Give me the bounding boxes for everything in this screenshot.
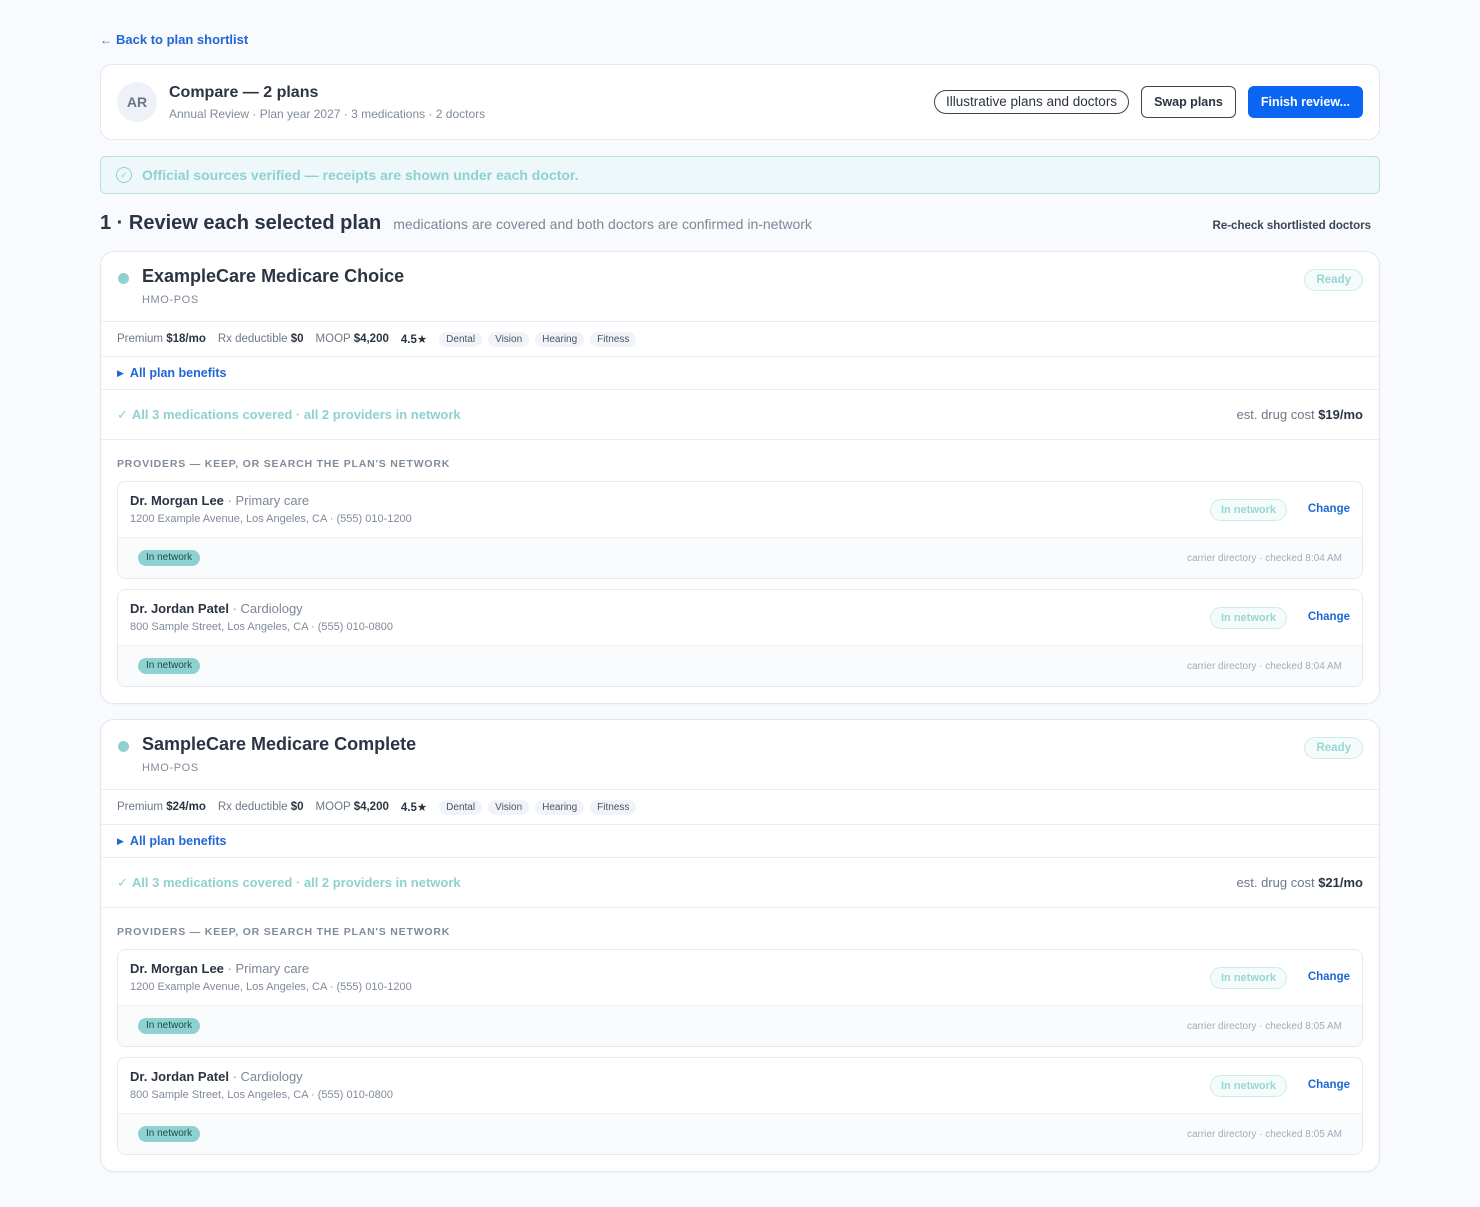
benefit-tag: Fitness	[590, 331, 637, 347]
ready-badge: Ready	[1304, 269, 1363, 291]
avatar: AR	[117, 82, 157, 122]
back-link[interactable]: ← Back to plan shortlist	[100, 32, 248, 47]
coverage-summary: ✓ All 3 medications covered · all 2 prov…	[101, 858, 1379, 908]
check-icon: ✓	[117, 874, 128, 890]
benefit-tag: Dental	[439, 331, 483, 347]
moop-stat: MOOP $4,200	[315, 801, 389, 813]
star-rating: 4.5★	[400, 802, 428, 814]
plan-card: SampleCare Medicare Complete HMO-POS Rea…	[100, 719, 1380, 1172]
provider-address: 1200 Example Avenue, Los Angeles, CA · (…	[130, 513, 412, 525]
provider-receipt: In network carrier directory · checked 8…	[118, 1114, 1362, 1154]
drug-cost: est. drug cost $21/mo	[1236, 875, 1363, 890]
receipt-meta: carrier directory · checked 8:05 AM	[1186, 1020, 1342, 1032]
provider-address: 1200 Example Avenue, Los Angeles, CA · (…	[130, 981, 412, 993]
finish-review-button[interactable]: Finish review...	[1247, 86, 1363, 118]
in-network-chip: In network	[138, 658, 201, 674]
plan-card: ExampleCare Medicare Choice HMO-POS Read…	[100, 251, 1380, 704]
triangle-right-icon: ▶	[117, 835, 124, 846]
coverage-summary: ✓ All 3 medications covered · all 2 prov…	[101, 390, 1379, 440]
coverage-text: All 3 medications covered · all 2 provid…	[131, 875, 461, 890]
provider-card: Dr. Morgan Lee · Primary care 1200 Examp…	[117, 481, 1363, 579]
provider-name: Dr. Jordan Patel · Cardiology	[130, 601, 303, 616]
drug-cost: est. drug cost $19/mo	[1236, 407, 1363, 422]
all-plan-benefits-toggle[interactable]: ▶ All plan benefits	[101, 825, 1379, 858]
benefit-tag: Vision	[488, 799, 530, 815]
arrow-left-icon: ←	[100, 32, 112, 47]
plan-type: HMO-POS	[142, 762, 199, 774]
provider-name: Dr. Morgan Lee · Primary care	[130, 961, 310, 976]
premium-stat: Premium $18/mo	[117, 333, 206, 345]
plan-status-dot	[118, 741, 129, 752]
provider-receipt: In network carrier directory · checked 8…	[118, 538, 1362, 578]
providers-section: PROVIDERS — KEEP, OR SEARCH THE PLAN'S N…	[101, 908, 1379, 1171]
swap-plans-button[interactable]: Swap plans	[1141, 86, 1236, 118]
plan-status-dot	[118, 273, 129, 284]
receipt-meta: carrier directory · checked 8:04 AM	[1186, 660, 1342, 672]
all-plan-benefits-toggle[interactable]: ▶ All plan benefits	[101, 357, 1379, 390]
triangle-right-icon: ▶	[117, 367, 124, 378]
deductible-stat: Rx deductible $0	[217, 333, 304, 345]
plan-type: HMO-POS	[142, 294, 199, 306]
provider-name: Dr. Morgan Lee · Primary care	[130, 493, 310, 508]
providers-section: PROVIDERS — KEEP, OR SEARCH THE PLAN'S N…	[101, 440, 1379, 703]
page-subtitle: Annual Review · Plan year 2027 · 3 medic…	[169, 106, 486, 121]
benefits-label: All plan benefits	[129, 366, 227, 380]
compare-header: AR Compare — 2 plans Annual Review · Pla…	[100, 64, 1380, 140]
section-header: 1 · Review each selected plan medication…	[100, 212, 1380, 240]
in-network-chip: In network	[138, 1126, 201, 1142]
benefit-tag: Dental	[439, 799, 483, 815]
network-status-badge: In network	[1209, 1075, 1287, 1097]
benefit-tag: Vision	[488, 331, 530, 347]
providers-heading: PROVIDERS — KEEP, OR SEARCH THE PLAN'S N…	[117, 458, 451, 470]
change-provider-link[interactable]: Change	[1308, 1079, 1350, 1091]
network-status-badge: In network	[1209, 499, 1287, 521]
benefit-tag: Fitness	[590, 799, 637, 815]
benefit-tag: Hearing	[535, 331, 585, 347]
provider-receipt: In network carrier directory · checked 8…	[118, 1006, 1362, 1046]
check-circle-icon: ✓	[116, 167, 132, 183]
star-rating: 4.5★	[400, 334, 428, 346]
benefit-tag: Hearing	[535, 799, 585, 815]
provider-address: 800 Sample Street, Los Angeles, CA · (55…	[130, 1089, 393, 1101]
plan-name: ExampleCare Medicare Choice	[142, 266, 405, 286]
deductible-stat: Rx deductible $0	[217, 801, 304, 813]
ready-badge: Ready	[1304, 737, 1363, 759]
illustrative-pill: Illustrative plans and doctors	[933, 90, 1130, 114]
receipt-meta: carrier directory · checked 8:05 AM	[1186, 1128, 1342, 1140]
in-network-chip: In network	[138, 1018, 201, 1034]
coverage-text: All 3 medications covered · all 2 provid…	[131, 407, 461, 422]
network-status-badge: In network	[1209, 967, 1287, 989]
verified-banner: ✓ Official sources verified — receipts a…	[100, 156, 1380, 194]
network-status-badge: In network	[1209, 607, 1287, 629]
provider-receipt: In network carrier directory · checked 8…	[118, 646, 1362, 686]
change-provider-link[interactable]: Change	[1308, 971, 1350, 983]
check-icon: ✓	[117, 406, 128, 422]
page-title: Compare — 2 plans	[169, 83, 319, 101]
plan-stats: Premium $24/mo Rx deductible $0 MOOP $4,…	[101, 790, 1379, 825]
provider-name: Dr. Jordan Patel · Cardiology	[130, 1069, 303, 1084]
receipt-meta: carrier directory · checked 8:04 AM	[1186, 552, 1342, 564]
back-link-label: Back to plan shortlist	[116, 32, 249, 47]
plan-stats: Premium $18/mo Rx deductible $0 MOOP $4,…	[101, 322, 1379, 357]
providers-heading: PROVIDERS — KEEP, OR SEARCH THE PLAN'S N…	[117, 926, 451, 938]
section-title: 1 · Review each selected plan	[100, 212, 382, 234]
provider-card: Dr. Jordan Patel · Cardiology 800 Sample…	[117, 589, 1363, 687]
provider-card: Dr. Morgan Lee · Primary care 1200 Examp…	[117, 949, 1363, 1047]
benefits-label: All plan benefits	[129, 834, 227, 848]
verified-text: Official sources verified — receipts are…	[142, 167, 579, 183]
plan-name: SampleCare Medicare Complete	[142, 734, 417, 754]
premium-stat: Premium $24/mo	[117, 801, 206, 813]
change-provider-link[interactable]: Change	[1308, 503, 1350, 515]
change-provider-link[interactable]: Change	[1308, 611, 1350, 623]
section-subtitle: medications are covered and both doctors…	[393, 216, 812, 232]
in-network-chip: In network	[138, 550, 201, 566]
provider-card: Dr. Jordan Patel · Cardiology 800 Sample…	[117, 1057, 1363, 1155]
recheck-doctors-button[interactable]: Re-check shortlisted doctors	[1213, 220, 1371, 232]
provider-address: 800 Sample Street, Los Angeles, CA · (55…	[130, 621, 393, 633]
moop-stat: MOOP $4,200	[315, 333, 389, 345]
